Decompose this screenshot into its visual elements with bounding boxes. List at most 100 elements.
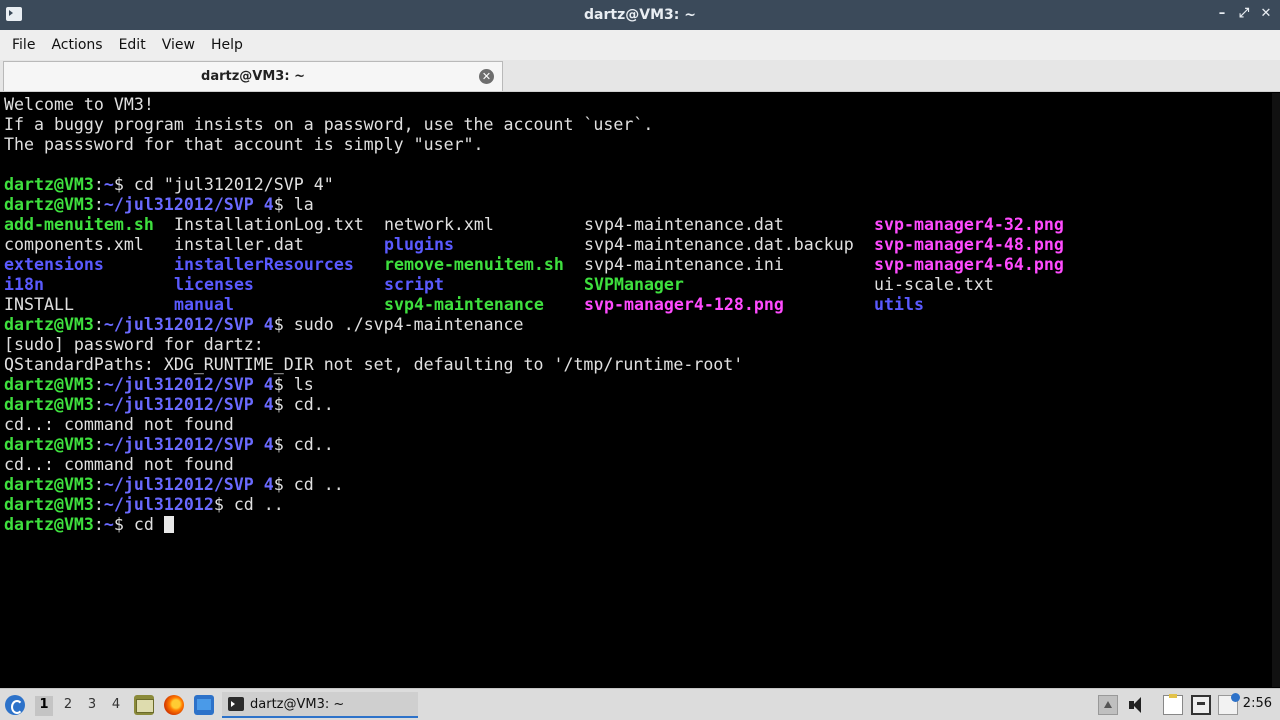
ls-entry: svp4-maintenance.dat.backup [584, 235, 854, 254]
command-text: cd .. [283, 475, 344, 494]
ls-entry: svp-manager4-64.png [874, 255, 1064, 274]
prompt-line: dartz@VM3:~$ cd [4, 515, 1280, 535]
prompt-path: ~/jul312012/SVP 4 [103, 315, 274, 334]
clipboard-icon[interactable] [1163, 694, 1183, 715]
minimize-button[interactable]: – [1216, 6, 1228, 22]
taskbar-window-button[interactable]: dartz@VM3: ~ [222, 692, 418, 718]
menu-help[interactable]: Help [203, 37, 251, 53]
window-controls: – ⤢ ✕ [1216, 6, 1272, 22]
file-manager-icon[interactable] [134, 695, 154, 715]
prompt-user: dartz@VM3 [4, 395, 94, 414]
prompt-symbol: $ [273, 475, 284, 494]
prompt-symbol: $ [213, 495, 224, 514]
ls-entry: components.xml [4, 235, 144, 254]
ls-entry: svp-manager4-32.png [874, 215, 1064, 234]
terminal-output[interactable]: Welcome to VM3! If a buggy program insist… [0, 93, 1280, 687]
prompt-symbol: $ [113, 515, 124, 534]
ls-entry: ui-scale.txt [874, 275, 994, 294]
menu-file[interactable]: File [4, 37, 43, 53]
prompt-line: dartz@VM3:~$ cd "jul312012/SVP 4" [4, 175, 1280, 195]
start-menu-icon[interactable] [5, 695, 25, 715]
command-text: cd .. [223, 495, 284, 514]
command-text: cd.. [283, 435, 334, 454]
prompt-line: dartz@VM3:~/jul312012/SVP 4$ sudo ./svp4… [4, 315, 1280, 335]
terminal-line: The passsword for that account is simply… [4, 135, 484, 154]
prompt-path: ~/jul312012 [103, 495, 214, 514]
ls-row: add-menuitem.sh InstallationLog.txt networ… [4, 215, 1280, 235]
prompt-user: dartz@VM3 [4, 515, 94, 534]
terminal-line: QStandardPaths: XDG_RUNTIME_DIR not set,… [4, 355, 744, 374]
clock[interactable]: 2:56 [1243, 696, 1272, 711]
workspace-4[interactable]: 4 [107, 696, 125, 716]
prompt-line: dartz@VM3:~/jul312012/SVP 4$ cd.. [4, 435, 1280, 455]
ls-entry: svp4-maintenance.dat [584, 215, 784, 234]
prompt-line: dartz@VM3:~/jul312012$ cd .. [4, 495, 1280, 515]
taskbar-window-label: dartz@VM3: ~ [250, 696, 345, 712]
ls-entry: i18n [4, 275, 44, 294]
prompt-line: dartz@VM3:~/jul312012/SVP 4$ ls [4, 375, 1280, 395]
menu-actions[interactable]: Actions [43, 37, 110, 53]
ls-entry: remove-menuitem.sh [384, 255, 564, 274]
terminal-line: [sudo] password for dartz: [4, 335, 264, 354]
ls-row: components.xml installer.dat plugins svp4-m… [4, 235, 1280, 255]
ls-entry: script [384, 275, 444, 294]
text-cursor [163, 516, 174, 533]
command-text: cd "jul312012/SVP 4" [123, 175, 334, 194]
ls-entry: svp-manager4-48.png [874, 235, 1064, 254]
ls-entry: SVPManager [584, 275, 684, 294]
ls-entry: plugins [384, 235, 454, 254]
network-icon[interactable] [1191, 695, 1211, 715]
workspace-1[interactable]: 1 [35, 696, 53, 716]
terminal-app-icon[interactable] [6, 7, 22, 21]
menu-view[interactable]: View [154, 37, 203, 53]
prompt-separator: : [93, 375, 104, 394]
menu-edit[interactable]: Edit [111, 37, 154, 53]
prompt-symbol: $ [273, 375, 284, 394]
ls-entry: licenses [174, 275, 254, 294]
prompt-symbol: $ [113, 175, 124, 194]
ls-entry: installerResources [174, 255, 354, 274]
prompt-user: dartz@VM3 [4, 175, 94, 194]
terminal-line: cd..: command not found [4, 455, 234, 474]
prompt-symbol: $ [273, 395, 284, 414]
command-text: ls [283, 375, 314, 394]
firefox-icon[interactable] [164, 695, 184, 715]
prompt-path: ~/jul312012/SVP 4 [103, 195, 274, 214]
workspace-2[interactable]: 2 [59, 696, 77, 716]
tab-close-icon[interactable]: ✕ [479, 69, 494, 84]
prompt-user: dartz@VM3 [4, 475, 94, 494]
prompt-path: ~/jul312012/SVP 4 [103, 375, 274, 394]
updates-icon[interactable] [1218, 693, 1240, 715]
window-title: dartz@VM3: ~ [584, 7, 696, 23]
ls-entry: svp4-maintenance.ini [584, 255, 784, 274]
show-desktop-icon[interactable] [194, 695, 214, 715]
prompt-line: dartz@VM3:~/jul312012/SVP 4$ cd.. [4, 395, 1280, 415]
tab-terminal[interactable]: dartz@VM3: ~ ✕ [3, 61, 503, 91]
prompt-separator: : [93, 175, 104, 194]
prompt-symbol: $ [273, 435, 284, 454]
prompt-separator: : [93, 435, 104, 454]
ls-entry: add-menuitem.sh [4, 215, 154, 234]
tab-bar: dartz@VM3: ~ ✕ [0, 60, 1280, 92]
ls-entry: utils [874, 295, 924, 314]
prompt-separator: : [93, 495, 104, 514]
prompt-user: dartz@VM3 [4, 435, 94, 454]
prompt-separator: : [93, 195, 104, 214]
prompt-user: dartz@VM3 [4, 195, 94, 214]
prompt-user: dartz@VM3 [4, 315, 94, 334]
close-button[interactable]: ✕ [1260, 6, 1272, 22]
terminal-scrollbar[interactable] [1272, 93, 1280, 687]
tab-label: dartz@VM3: ~ [201, 69, 305, 84]
prompt-symbol: $ [273, 195, 284, 214]
ls-entry: InstallationLog.txt [174, 215, 364, 234]
menu-bar: File Actions Edit View Help [0, 30, 1280, 60]
ls-entry: svp4-maintenance [384, 295, 544, 314]
ls-row: extensions installerResources remove-menui… [4, 255, 1280, 275]
workspace-3[interactable]: 3 [83, 696, 101, 716]
restore-button[interactable]: ⤢ [1238, 6, 1250, 22]
tray-eject-icon[interactable] [1098, 695, 1118, 715]
window-titlebar[interactable]: dartz@VM3: ~ – ⤢ ✕ [0, 0, 1280, 30]
prompt-user: dartz@VM3 [4, 495, 94, 514]
volume-icon[interactable] [1127, 695, 1147, 715]
